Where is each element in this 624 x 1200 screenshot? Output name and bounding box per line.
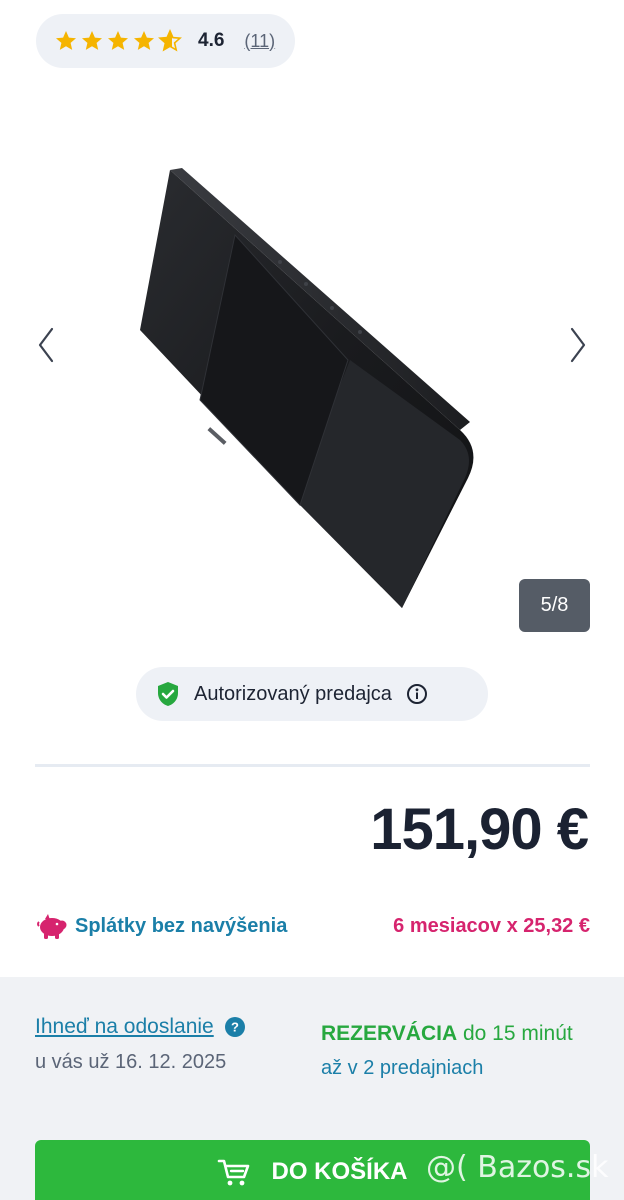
shipping-link[interactable]: Ihneď na odoslanie <box>35 1015 214 1039</box>
installments-value: 6 mesiacov x 25,32 € <box>393 914 590 937</box>
reservation-info: REZERVÁCIA do 15 minút až v 2 predajniac… <box>321 1015 591 1087</box>
rating-stars <box>54 29 182 53</box>
product-gallery[interactable]: 5/8 <box>0 120 624 640</box>
chevron-left-icon[interactable] <box>34 325 58 365</box>
info-icon[interactable] <box>406 683 428 705</box>
reservation-stores-link[interactable]: až v 2 predajniach <box>321 1049 591 1087</box>
rating-value: 4.6 <box>198 30 225 51</box>
piggy-bank-icon <box>37 914 67 939</box>
help-icon[interactable]: ? <box>224 1016 246 1038</box>
star-full-icon <box>134 31 154 50</box>
review-count-link[interactable]: (11) <box>244 31 275 52</box>
image-counter: 5/8 <box>519 579 590 632</box>
product-image <box>140 168 474 608</box>
installments-row[interactable]: Splátky bez navýšenia 6 mesiacov x 25,32… <box>35 905 590 947</box>
divider <box>35 764 590 767</box>
authorized-seller-badge[interactable]: Autorizovaný predajca <box>136 667 488 721</box>
reservation-label: REZERVÁCIA <box>321 1022 458 1045</box>
add-to-cart-label: DO KOŠÍKA <box>271 1158 408 1185</box>
watermark: @( Bazos.sk <box>426 1150 609 1185</box>
star-half-icon <box>158 29 182 52</box>
cart-icon <box>218 1159 250 1186</box>
star-full-icon <box>56 31 76 50</box>
delivery-date: u vás už 16. 12. 2025 <box>35 1051 227 1073</box>
reservation-time: do 15 minút <box>457 1022 573 1045</box>
shield-check-icon <box>158 682 178 706</box>
star-full-icon <box>108 31 128 50</box>
shipping-info: Ihneď na odoslanie ? u vás už 16. 12. 20… <box>35 1015 305 1074</box>
seller-label: Autorizovaný predajca <box>194 682 392 705</box>
chevron-right-icon[interactable] <box>566 325 590 365</box>
star-full-icon <box>82 31 102 50</box>
rating-summary[interactable]: 4.6 (11) <box>36 14 295 68</box>
product-price: 151,90 € <box>370 797 589 862</box>
installments-label[interactable]: Splátky bez navýšenia <box>75 915 287 938</box>
svg-text:?: ? <box>231 1020 239 1035</box>
